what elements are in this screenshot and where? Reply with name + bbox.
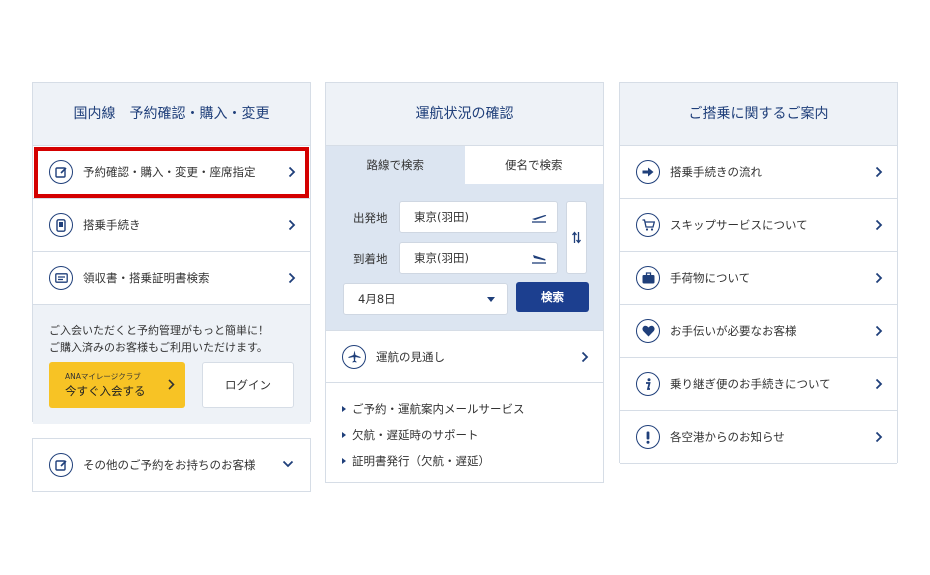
arrival-value: 東京(羽田) xyxy=(414,251,469,265)
tab-flight-number-search[interactable]: 便名で検索 xyxy=(464,146,603,184)
assistance-label: お手伝いが必要なお客様 xyxy=(670,324,797,338)
flight-status-title: 運航状況の確認 xyxy=(326,83,603,146)
certificate-link[interactable]: 証明書発行（欠航・遅延） xyxy=(342,453,603,469)
chevron-right-icon xyxy=(288,272,296,284)
chevron-right-icon xyxy=(288,219,296,231)
edit-icon xyxy=(49,160,73,184)
chevron-down-icon xyxy=(282,460,294,468)
login-button[interactable]: ログイン xyxy=(202,362,294,408)
chevron-right-icon xyxy=(875,166,883,178)
checkin-label: 搭乗手続き xyxy=(83,218,141,232)
swap-icon xyxy=(572,231,581,244)
join-button-main: 今すぐ入会する xyxy=(65,384,146,398)
member-area: ご入会いただくと予約管理がもっと簡単に！ ご購入済みのお客様もご利用いただけます… xyxy=(33,305,310,424)
dropdown-caret-icon xyxy=(487,297,495,302)
flight-status-panel: 運航状況の確認 路線で検索 便名で検索 出発地 東京(羽田) 到着地 東京(羽田… xyxy=(325,82,604,483)
edit-icon xyxy=(49,453,73,477)
reservation-manage-link[interactable]: 予約確認・購入・変更・座席指定 xyxy=(33,146,310,199)
airplane-icon xyxy=(342,344,366,369)
chevron-right-icon xyxy=(875,219,883,231)
transfer-label: 乗り継ぎ便のお手続きについて xyxy=(670,377,831,391)
assistance-link[interactable]: お手伝いが必要なお客様 xyxy=(620,305,897,358)
info-icon xyxy=(636,372,660,396)
heart-icon xyxy=(636,319,660,343)
other-reservations-label: その他のご予約をお持ちのお客様 xyxy=(83,458,256,472)
receipt-icon xyxy=(49,266,73,290)
chevron-right-icon xyxy=(875,431,883,443)
boarding-info-panel: ご搭乗に関するご案内 搭乗手続きの流れ スキップサービスについて 手荷物について… xyxy=(619,82,898,464)
airport-notice-link[interactable]: 各空港からのお知らせ xyxy=(620,411,897,464)
landing-icon xyxy=(531,253,547,264)
suitcase-icon xyxy=(636,266,660,290)
baggage-link[interactable]: 手荷物について xyxy=(620,252,897,305)
boarding-info-title: ご搭乗に関するご案内 xyxy=(620,83,897,146)
delay-support-label: 欠航・遅延時のサポート xyxy=(352,428,479,442)
flight-status-links: ご予約・運航案内メールサービス 欠航・遅延時のサポート 証明書発行（欠航・遅延） xyxy=(326,383,603,469)
mobile-icon xyxy=(49,213,73,237)
skip-service-link[interactable]: スキップサービスについて xyxy=(620,199,897,252)
operation-forecast-link[interactable]: 運航の見通し xyxy=(326,330,603,383)
chevron-right-icon xyxy=(875,378,883,390)
chevron-right-icon xyxy=(168,379,175,390)
arrival-field[interactable]: 東京(羽田) xyxy=(399,242,558,274)
certificate-label: 証明書発行（欠航・遅延） xyxy=(352,454,490,468)
takeoff-icon xyxy=(531,212,547,223)
mail-service-label: ご予約・運航案内メールサービス xyxy=(352,402,525,416)
tab-route-search[interactable]: 路線で検索 xyxy=(326,146,465,184)
checkin-link[interactable]: 搭乗手続き xyxy=(33,199,310,252)
transfer-link[interactable]: 乗り継ぎ便のお手続きについて xyxy=(620,358,897,411)
chevron-right-icon xyxy=(581,351,589,363)
cart-icon xyxy=(636,213,660,237)
airport-notice-label: 各空港からのお知らせ xyxy=(670,430,785,444)
boarding-flow-link[interactable]: 搭乗手続きの流れ xyxy=(620,146,897,199)
route-search-form: 出発地 東京(羽田) 到着地 東京(羽田) 4月8日 検索 xyxy=(326,184,603,330)
triangle-bullet-icon xyxy=(342,406,346,412)
departure-label: 出発地 xyxy=(353,211,388,225)
reservation-panel: 国内線 予約確認・購入・変更 予約確認・購入・変更・座席指定 搭乗手続き 領収書… xyxy=(32,82,311,424)
reservation-manage-label: 予約確認・購入・変更・座席指定 xyxy=(83,165,256,179)
date-select[interactable]: 4月8日 xyxy=(343,283,508,315)
operation-forecast-label: 運航の見通し xyxy=(376,349,445,364)
date-value: 4月8日 xyxy=(358,292,396,306)
join-button-small: ANAマイレージクラブ xyxy=(65,372,141,381)
member-text-1: ご入会いただくと予約管理がもっと簡単に！ xyxy=(49,324,269,337)
join-button[interactable]: ANAマイレージクラブ 今すぐ入会する xyxy=(49,362,185,408)
member-text-2: ご購入済みのお客様もご利用いただけます。 xyxy=(49,341,268,354)
exclamation-icon xyxy=(636,425,660,449)
delay-support-link[interactable]: 欠航・遅延時のサポート xyxy=(342,427,603,443)
swap-button[interactable] xyxy=(566,201,587,274)
skip-service-label: スキップサービスについて xyxy=(670,218,808,232)
boarding-flow-label: 搭乗手続きの流れ xyxy=(670,165,762,179)
triangle-bullet-icon xyxy=(342,458,346,464)
arrival-label: 到着地 xyxy=(353,252,388,266)
mail-service-link[interactable]: ご予約・運航案内メールサービス xyxy=(342,401,603,417)
triangle-bullet-icon xyxy=(342,432,346,438)
chevron-right-icon xyxy=(875,325,883,337)
departure-value: 東京(羽田) xyxy=(414,210,469,224)
arrow-right-icon xyxy=(636,160,660,184)
search-tabs: 路線で検索 便名で検索 xyxy=(326,146,603,184)
receipt-search-label: 領収書・搭乗証明書検索 xyxy=(83,271,210,285)
search-button[interactable]: 検索 xyxy=(516,282,589,312)
chevron-right-icon xyxy=(875,272,883,284)
chevron-right-icon xyxy=(288,166,296,178)
receipt-search-link[interactable]: 領収書・搭乗証明書検索 xyxy=(33,252,310,305)
other-reservations-panel[interactable]: その他のご予約をお持ちのお客様 xyxy=(32,438,311,492)
departure-field[interactable]: 東京(羽田) xyxy=(399,201,558,233)
baggage-label: 手荷物について xyxy=(670,271,751,285)
reservation-panel-title: 国内線 予約確認・購入・変更 xyxy=(33,83,310,146)
